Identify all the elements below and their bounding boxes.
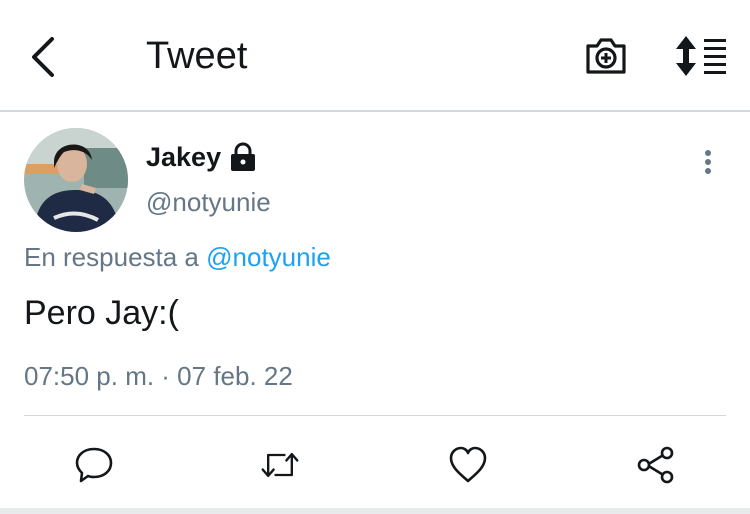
author-handle[interactable]: @notyunie (146, 186, 271, 218)
avatar[interactable] (24, 128, 128, 232)
more-options-icon[interactable] (694, 148, 722, 176)
section-separator (0, 508, 750, 514)
camera-plus-icon[interactable] (584, 36, 628, 76)
share-icon[interactable] (636, 446, 676, 484)
heart-icon[interactable] (448, 446, 488, 484)
divider (24, 415, 726, 416)
reply-context: En respuesta a @notyunie (24, 241, 331, 273)
author-row: Jakey (146, 140, 257, 174)
top-bar: Tweet (0, 0, 750, 112)
author-name[interactable]: Jakey (146, 140, 221, 174)
chevron-left-icon[interactable] (24, 36, 64, 78)
reply-prefix: En respuesta a (24, 242, 199, 272)
reply-mention-link[interactable]: @notyunie (206, 242, 331, 272)
tweet-timestamp: 07:50 p. m. · 07 feb. 22 (24, 361, 293, 391)
page-title: Tweet (146, 35, 248, 77)
lock-icon (231, 142, 256, 171)
sort-list-icon[interactable] (676, 36, 728, 76)
retweet-icon[interactable] (260, 446, 300, 484)
reply-icon[interactable] (74, 446, 114, 484)
tweet-text: Pero Jay:( (24, 294, 179, 332)
